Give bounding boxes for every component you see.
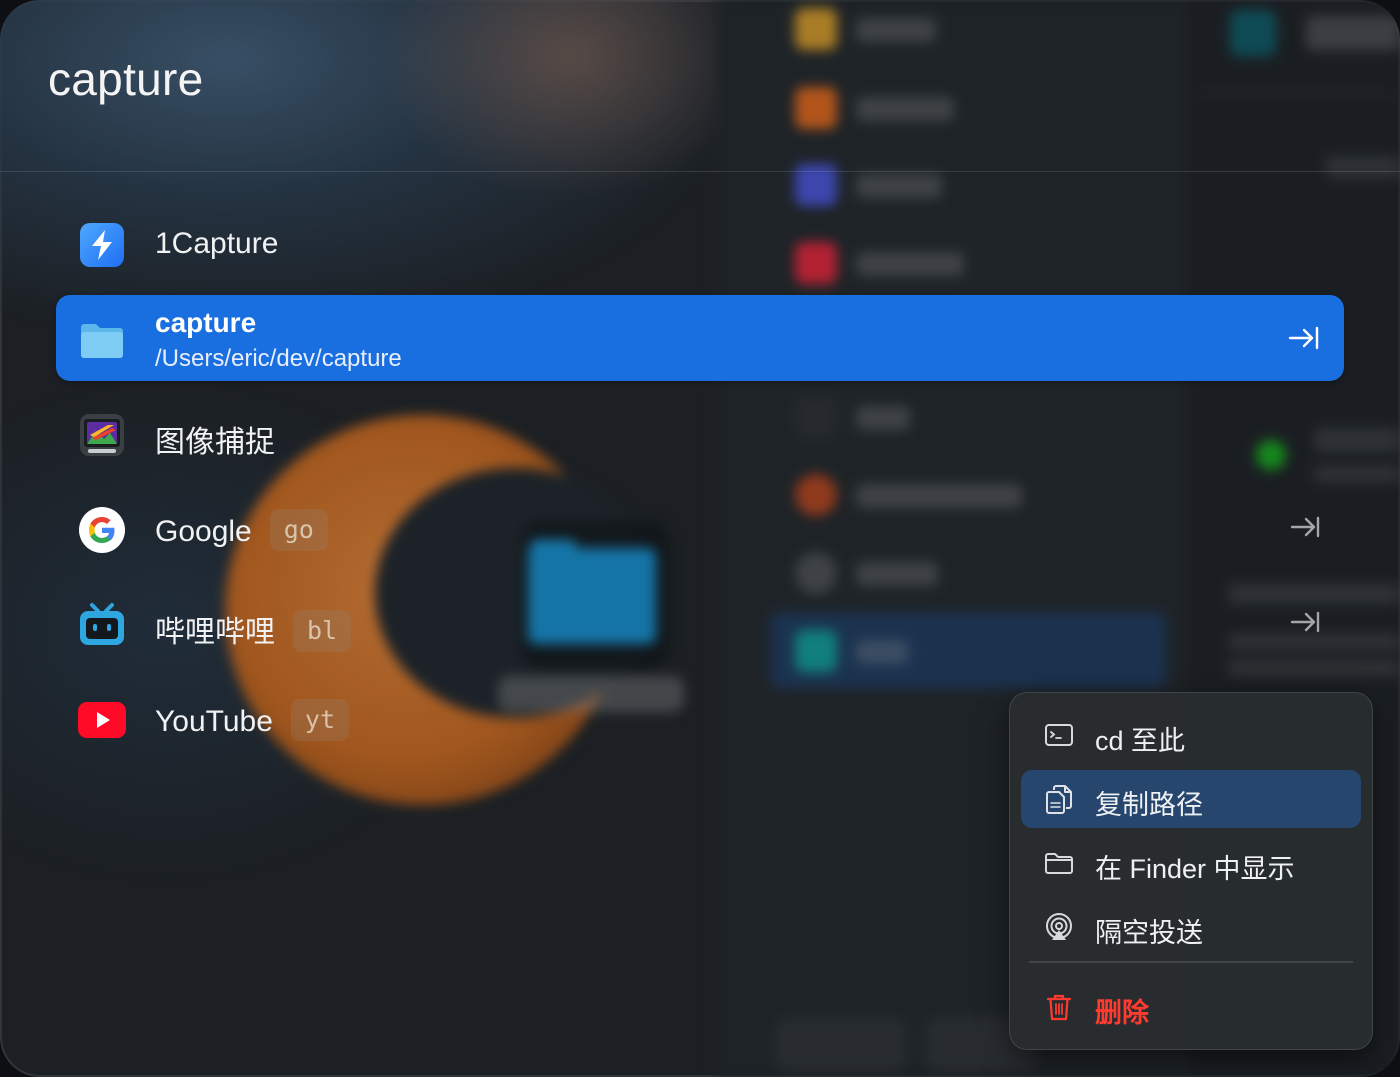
result-1capture[interactable]: 1Capture xyxy=(56,200,1344,286)
menu-divider xyxy=(1029,961,1353,963)
folder-outline-icon xyxy=(1045,853,1073,874)
airdrop-icon xyxy=(1046,913,1072,940)
result-title-text: 哔哩哔哩 xyxy=(155,616,275,649)
menu-item-copy-path[interactable]: 复制路径 xyxy=(1021,770,1361,828)
result-title-text: YouTube xyxy=(155,704,273,738)
menu-item-label: 复制路径 xyxy=(1095,790,1203,820)
result-path: /Users/eric/dev/capture xyxy=(155,345,402,372)
header-divider xyxy=(0,171,1400,172)
menu-item-label: cd 至此 xyxy=(1095,726,1186,756)
result-title: 1Capture xyxy=(155,227,279,260)
result-title: Google go xyxy=(155,509,328,554)
result-title: YouTube yt xyxy=(155,699,349,744)
alias-badge: go xyxy=(269,509,328,551)
result-google[interactable]: Google go xyxy=(56,485,1344,571)
alias-badge: bl xyxy=(293,610,352,653)
result-title-text: Google xyxy=(155,514,252,548)
menu-item-label: 删除 xyxy=(1095,998,1149,1028)
result-bilibili[interactable]: 哔哩哔哩 bl xyxy=(56,580,1344,666)
terminal-icon xyxy=(1045,724,1073,746)
google-icon xyxy=(79,507,125,553)
bilibili-icon xyxy=(80,603,124,645)
launcher-window: capture 1Capture capture /Users/eric/dev… xyxy=(0,0,1400,1077)
menu-item-airdrop[interactable]: 隔空投送 xyxy=(1021,898,1361,956)
1capture-app-icon xyxy=(80,223,124,267)
result-image-capture[interactable]: 图像捕捉 xyxy=(56,390,1344,476)
search-input[interactable]: capture xyxy=(48,52,204,106)
copy-icon xyxy=(1046,785,1072,814)
result-title: capture xyxy=(155,307,257,338)
menu-item-label: 在 Finder 中显示 xyxy=(1095,854,1295,884)
menu-item-label: 隔空投送 xyxy=(1095,918,1203,948)
youtube-icon xyxy=(78,702,126,738)
result-title: 哔哩哔哩 bl xyxy=(155,607,352,655)
folder-icon xyxy=(81,324,123,358)
alias-badge: yt xyxy=(290,699,349,741)
context-menu: cd 至此 复制路径 在 Finder 中显示 隔空投送 删除 xyxy=(1009,692,1373,1050)
menu-item-delete[interactable]: 删除 xyxy=(1021,978,1361,1036)
result-capture-folder[interactable]: capture /Users/eric/dev/capture xyxy=(56,295,1344,381)
menu-item-show-in-finder[interactable]: 在 Finder 中显示 xyxy=(1021,834,1361,892)
image-capture-app-icon xyxy=(80,414,124,456)
trash-icon xyxy=(1046,994,1072,1021)
menu-item-cd-here[interactable]: cd 至此 xyxy=(1021,706,1361,764)
tab-arrow-icon[interactable] xyxy=(1288,323,1320,353)
result-title: 图像捕捉 xyxy=(155,426,275,459)
